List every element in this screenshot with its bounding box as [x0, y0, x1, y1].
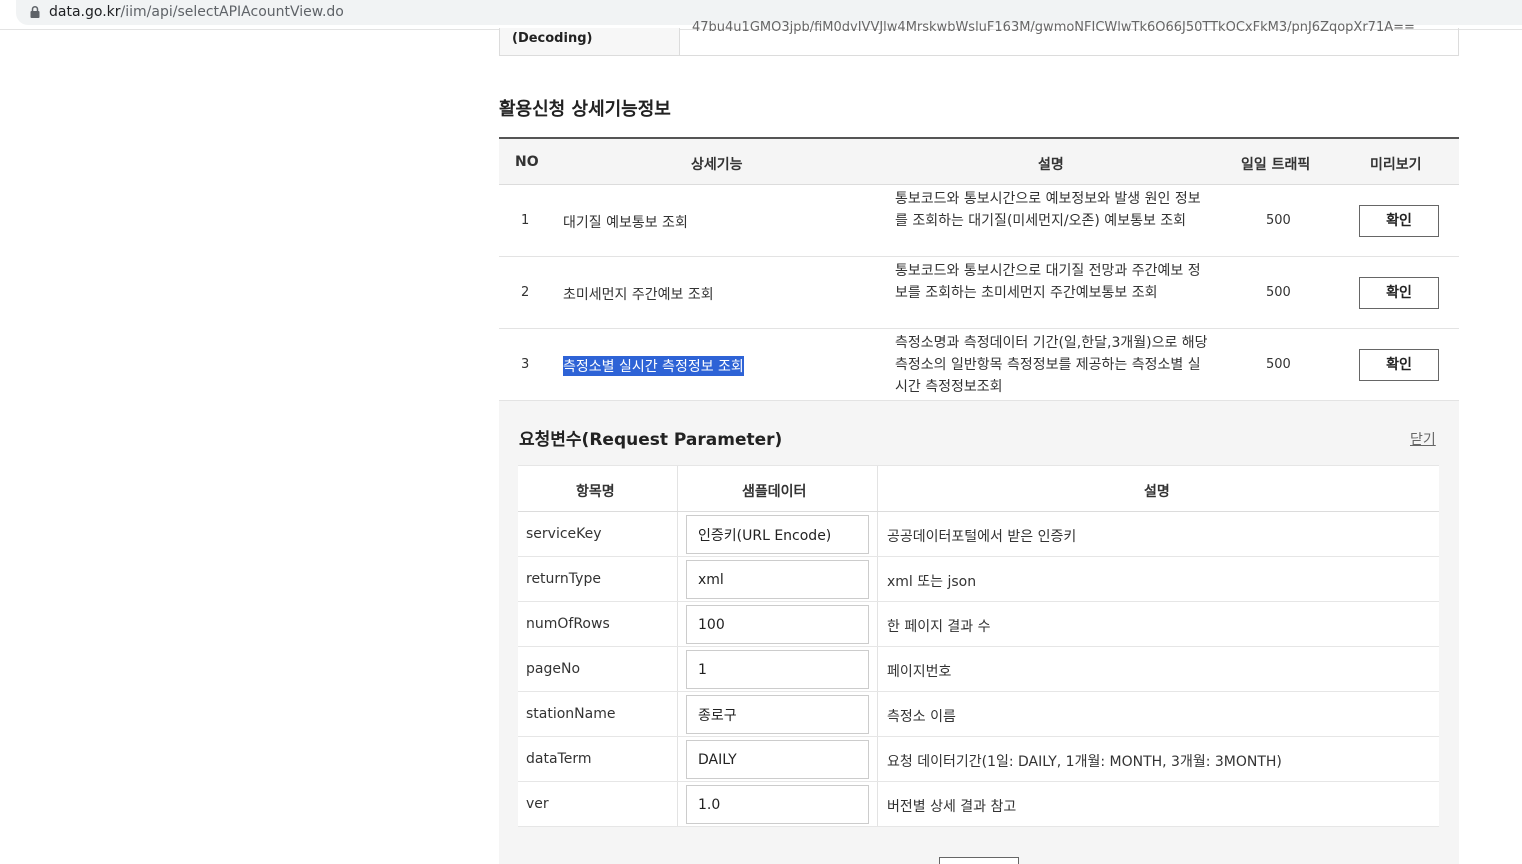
param-name: ver [526, 796, 549, 812]
feature-desc: 통보코드와 통보시간으로 대기질 전망과 주간예보 정보를 조회하는 초미세먼지… [895, 263, 1201, 301]
feature-row: 2 초미세먼지 주간예보 조회 통보코드와 통보시간으로 대기질 전망과 주간예… [499, 257, 1459, 329]
feature-name: 초미세먼지 주간예보 조회 [563, 287, 714, 303]
parameter-row: returnType xml 또는 json [518, 557, 1439, 602]
header-param-desc: 설명 [1144, 484, 1170, 500]
header-no: NO [515, 154, 539, 170]
header-sample: 샘플데이터 [742, 484, 807, 500]
feature-table-header: NO 상세기능 설명 일일 트래픽 미리보기 [499, 139, 1459, 185]
header-traffic: 일일 트래픽 [1241, 157, 1311, 173]
param-name: numOfRows [526, 616, 610, 632]
parameter-table-header: 항목명 샘플데이터 설명 [518, 465, 1439, 512]
feature-traffic: 500 [1266, 357, 1291, 372]
feature-row: 1 대기질 예보통보 조회 통보코드와 통보시간으로 예보정보와 발생 원인 정… [499, 185, 1459, 257]
header-preview: 미리보기 [1370, 157, 1422, 173]
feature-name-selected: 측정소별 실시간 측정정보 조회 [563, 356, 744, 376]
parameter-table: 항목명 샘플데이터 설명 serviceKey 공공데이터포털에서 받은 인증키… [518, 465, 1439, 827]
auth-key-row: (Decoding) 47bu4u1GMO3jpb/fiM0dvIVVJlw4M… [499, 20, 1459, 56]
parameter-row: serviceKey 공공데이터포털에서 받은 인증키 [518, 512, 1439, 557]
param-desc: 한 페이지 결과 수 [887, 619, 991, 635]
param-value-input[interactable] [686, 650, 869, 689]
feature-table: NO 상세기능 설명 일일 트래픽 미리보기 1 대기질 예보통보 조회 통보코… [499, 137, 1459, 401]
header-param-name: 항목명 [576, 484, 615, 500]
feature-no: 1 [521, 213, 530, 228]
param-desc: 페이지번호 [887, 664, 952, 680]
param-name: dataTerm [526, 751, 592, 767]
call-button-partial[interactable] [939, 857, 1019, 864]
parameter-row: numOfRows 한 페이지 결과 수 [518, 602, 1439, 647]
feature-row: 3 측정소별 실시간 측정정보 조회 측정소명과 측정데이터 기간(일,한달,3… [499, 329, 1459, 401]
feature-traffic: 500 [1266, 213, 1291, 228]
param-desc: 측정소 이름 [887, 709, 956, 725]
header-desc: 설명 [1038, 157, 1064, 173]
param-value-input[interactable] [686, 560, 869, 599]
parameter-row: dataTerm 요청 데이터기간(1일: DAILY, 1개월: MONTH,… [518, 737, 1439, 782]
request-panel-title: 요청변수(Request Parameter) [519, 430, 783, 450]
feature-no: 2 [521, 285, 530, 300]
parameter-row: pageNo 페이지번호 [518, 647, 1439, 692]
param-name: stationName [526, 706, 616, 722]
param-value-input[interactable] [686, 785, 869, 824]
close-link[interactable]: 닫기 [1410, 429, 1436, 449]
request-parameter-panel: 요청변수(Request Parameter) 닫기 항목명 샘플데이터 설명 … [499, 401, 1459, 864]
param-value-input[interactable] [686, 515, 869, 554]
feature-no: 3 [521, 357, 530, 372]
parameter-row: stationName 측정소 이름 [518, 692, 1439, 737]
feature-name: 대기질 예보통보 조회 [563, 215, 688, 231]
param-desc: xml 또는 json [887, 574, 977, 590]
param-desc: 공공데이터포털에서 받은 인증키 [887, 529, 1077, 545]
param-value-input[interactable] [686, 740, 869, 779]
auth-key-value: 47bu4u1GMO3jpb/fiM0dvIVVJlw4MrskwbWsluF1… [692, 20, 1415, 35]
param-desc: 버전별 상세 결과 참고 [887, 799, 1017, 815]
preview-confirm-button[interactable]: 확인 [1359, 349, 1439, 381]
param-desc: 요청 데이터기간(1일: DAILY, 1개월: MONTH, 3개월: 3MO… [887, 754, 1282, 770]
feature-traffic: 500 [1266, 285, 1291, 300]
header-feature: 상세기능 [691, 157, 743, 173]
auth-key-label: (Decoding) [512, 31, 593, 46]
param-value-input[interactable] [686, 605, 869, 644]
param-name: serviceKey [526, 526, 602, 542]
preview-confirm-button[interactable]: 확인 [1359, 205, 1439, 237]
param-name: returnType [526, 571, 601, 587]
feature-desc: 통보코드와 통보시간으로 예보정보와 발생 원인 정보를 조회하는 대기질(미세… [895, 191, 1201, 229]
feature-desc: 측정소명과 측정데이터 기간(일,한달,3개월)으로 해당 측정소의 일반항목 … [895, 335, 1208, 395]
param-value-input[interactable] [686, 695, 869, 734]
parameter-row: ver 버전별 상세 결과 참고 [518, 782, 1439, 827]
auth-key-label-cell: (Decoding) [500, 28, 680, 55]
feature-section-title: 활용신청 상세기능정보 [499, 99, 671, 120]
lock-icon [30, 5, 40, 18]
url-text[interactable]: data.go.kr/iim/api/selectAPIAcountView.d… [49, 4, 344, 20]
param-name: pageNo [526, 661, 581, 677]
preview-confirm-button[interactable]: 확인 [1359, 277, 1439, 309]
